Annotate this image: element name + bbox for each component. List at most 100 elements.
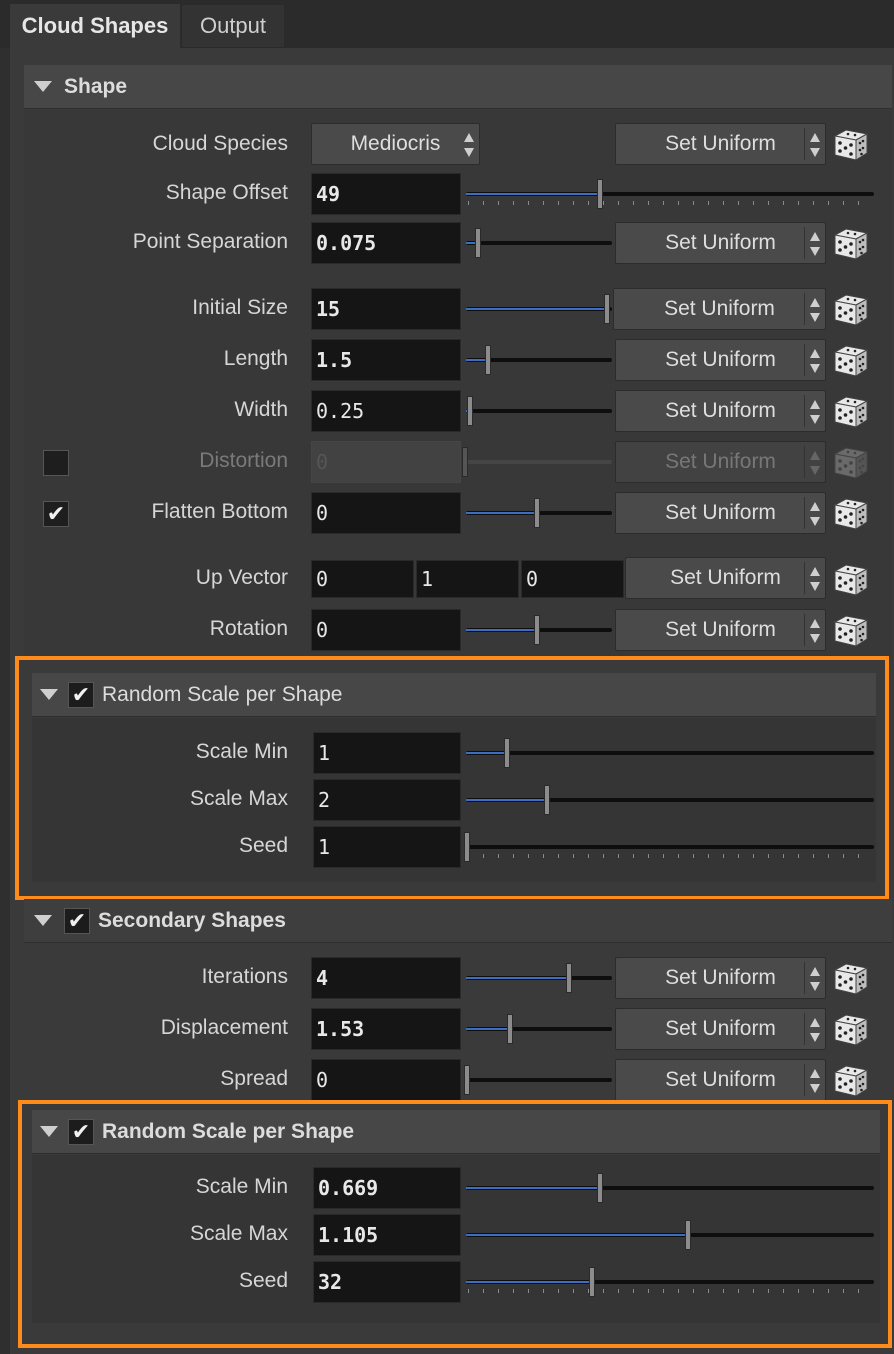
menu-label: Set Uniform — [665, 231, 776, 254]
slider-handle[interactable] — [485, 345, 491, 375]
length-field[interactable]: 1.5 — [311, 339, 461, 381]
cloud-species-label: Cloud Species — [152, 132, 288, 155]
menu-separator — [804, 227, 805, 259]
enable-checkbox[interactable]: ✔ — [64, 907, 90, 934]
rotation-label: Rotation — [209, 617, 288, 640]
up-vector-z-field[interactable]: 0 — [521, 560, 624, 598]
menu-separator — [804, 293, 805, 325]
set-uniform-menu[interactable]: Set Uniform — [615, 222, 826, 264]
dice-icon[interactable] — [832, 561, 870, 597]
length-slider[interactable] — [462, 339, 612, 381]
updown-arrows-icon — [809, 133, 821, 157]
width-field[interactable]: 0.25 — [311, 390, 461, 432]
dice-icon[interactable] — [832, 291, 870, 327]
slider-handle[interactable] — [464, 1065, 470, 1095]
dice-icon[interactable] — [832, 393, 870, 429]
iterations-field[interactable]: 4 — [311, 957, 461, 999]
set-uniform-menu[interactable]: Set Uniform — [615, 609, 826, 651]
set-uniform-menu[interactable]: Set Uniform — [615, 123, 826, 165]
slider-fill — [466, 359, 487, 361]
updown-arrows-icon — [809, 298, 821, 322]
initial-size-slider[interactable] — [462, 288, 612, 330]
menu-label: Set Uniform — [665, 501, 776, 524]
set-uniform-menu[interactable]: Set Uniform — [615, 492, 826, 534]
iterations-label: Iterations — [201, 965, 288, 988]
set-uniform-menu[interactable]: Set Uniform — [615, 1059, 826, 1101]
slider-fill — [466, 193, 599, 195]
shape-offset-field[interactable]: 49 — [311, 173, 461, 215]
initial-size-field[interactable]: 15 — [311, 288, 461, 330]
dice-icon[interactable] — [832, 225, 870, 261]
menu-separator — [804, 128, 805, 160]
set-uniform-menu[interactable]: Set Uniform — [625, 557, 826, 599]
dice-icon[interactable] — [832, 495, 870, 531]
slider-handle[interactable] — [475, 228, 481, 258]
slider-handle[interactable] — [534, 615, 540, 645]
iterations-slider[interactable] — [462, 957, 612, 999]
folder-secondary-shapes[interactable]: ✔ Secondary Shapes — [24, 899, 892, 943]
set-uniform-menu[interactable]: Set Uniform — [615, 1008, 826, 1050]
dice-icon[interactable] — [832, 126, 870, 162]
slider-handle — [462, 447, 468, 477]
updown-arrows-icon — [809, 349, 821, 373]
width-slider[interactable] — [462, 390, 612, 432]
set-uniform-menu[interactable]: Set Uniform — [615, 339, 826, 381]
folder-shape[interactable]: Shape — [24, 65, 892, 109]
distortion-slider — [462, 441, 612, 483]
up-vector-label: Up Vector — [195, 566, 288, 589]
rotation-field[interactable]: 0 — [311, 609, 461, 651]
menu-separator — [804, 1013, 805, 1045]
menu-separator — [804, 962, 805, 994]
menu-label: Set Uniform — [665, 132, 776, 155]
updown-arrows-icon — [809, 1069, 821, 1093]
set-uniform-menu[interactable]: Set Uniform — [613, 288, 826, 330]
menu-separator — [804, 446, 805, 478]
menu-separator — [804, 497, 805, 529]
displacement-slider[interactable] — [462, 1008, 612, 1050]
tab-output[interactable]: Output — [181, 4, 285, 48]
highlight-frame-1 — [15, 656, 889, 900]
flatten-bottom-field[interactable]: 0 — [311, 492, 461, 534]
length-label: Length — [223, 347, 288, 370]
slider-handle[interactable] — [566, 963, 572, 993]
updown-arrows-icon — [809, 502, 821, 526]
displacement-field[interactable]: 1.53 — [311, 1008, 461, 1050]
updown-arrows-icon — [809, 619, 821, 643]
set-uniform-menu: Set Uniform — [615, 441, 826, 483]
point-separation-slider[interactable] — [462, 222, 612, 264]
menu-label: Set Uniform — [665, 348, 776, 371]
spread-slider[interactable] — [462, 1059, 612, 1101]
set-uniform-menu[interactable]: Set Uniform — [615, 957, 826, 999]
slider-handle[interactable] — [467, 396, 473, 426]
up-vector-x-field[interactable]: 0 — [311, 560, 414, 598]
menu-separator — [804, 344, 805, 376]
folder-title: Secondary Shapes — [98, 908, 286, 932]
tab-cloud-shapes[interactable]: Cloud Shapes — [10, 4, 180, 48]
shape-offset-label: Shape Offset — [165, 181, 288, 204]
collapse-triangle-icon[interactable] — [34, 915, 52, 926]
slider-ticks — [468, 201, 870, 205]
dice-icon[interactable] — [832, 960, 870, 996]
set-uniform-menu[interactable]: Set Uniform — [615, 390, 826, 432]
slider-handle[interactable] — [507, 1014, 513, 1044]
updown-arrows-icon — [809, 400, 821, 424]
slider-handle[interactable] — [604, 294, 610, 324]
checkmark-icon: ✔ — [67, 907, 87, 933]
distortion-label: Distortion — [199, 449, 288, 472]
dice-icon[interactable] — [832, 1011, 870, 1047]
cloud-species-dropdown[interactable]: Mediocris — [311, 123, 480, 165]
spread-field[interactable]: 0 — [311, 1059, 461, 1101]
flatten-bottom-slider[interactable] — [462, 492, 612, 534]
menu-separator — [804, 395, 805, 427]
up-vector-y-field[interactable]: 1 — [416, 560, 519, 598]
rotation-slider[interactable] — [462, 609, 612, 651]
dice-icon[interactable] — [832, 612, 870, 648]
shape-offset-slider[interactable] — [462, 173, 874, 215]
slider-handle[interactable] — [597, 179, 603, 209]
dice-icon[interactable] — [832, 342, 870, 378]
dice-icon[interactable] — [832, 1062, 870, 1098]
collapse-triangle-icon[interactable] — [34, 81, 52, 92]
slider-handle[interactable] — [534, 498, 540, 528]
width-label: Width — [234, 398, 288, 421]
point-separation-field[interactable]: 0.075 — [311, 222, 461, 264]
